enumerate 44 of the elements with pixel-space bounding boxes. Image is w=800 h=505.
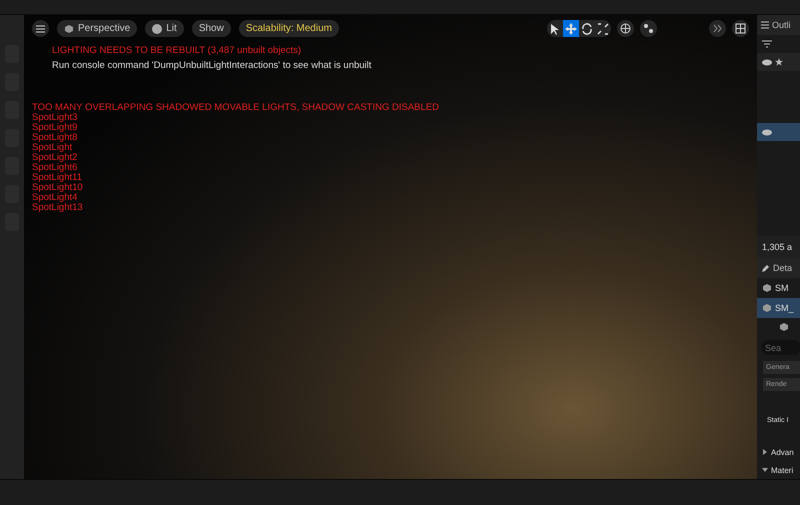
search-field[interactable]: Sea bbox=[761, 340, 800, 355]
light-name: SpotLight10 bbox=[32, 183, 84, 193]
snap-icon[interactable] bbox=[640, 20, 657, 37]
light-name: SpotLight6 bbox=[32, 163, 78, 173]
scalability-button[interactable]: Scalability: Medium bbox=[238, 20, 339, 37]
component-item[interactable]: SM bbox=[757, 278, 800, 298]
eye-icon[interactable] bbox=[762, 58, 772, 66]
light-name: SpotLight3 bbox=[32, 113, 78, 123]
star-icon[interactable] bbox=[775, 58, 783, 66]
rotate-tool[interactable] bbox=[579, 20, 595, 37]
light-name: SpotLight11 bbox=[32, 173, 84, 183]
caret-icon bbox=[762, 449, 768, 455]
list-icon bbox=[761, 21, 769, 29]
move-tool[interactable] bbox=[563, 20, 579, 37]
warning-text: TOO MANY OVERLAPPING SHADOWED MOVABLE LIGHTS, SHADOW CASTING DISABLED bbox=[32, 103, 440, 113]
scale-icon bbox=[596, 22, 610, 36]
menu-icon[interactable] bbox=[32, 20, 49, 37]
section-header[interactable]: Materi bbox=[757, 461, 800, 479]
move-icon bbox=[564, 22, 578, 36]
caret-icon bbox=[762, 467, 768, 473]
layout-icon[interactable] bbox=[732, 20, 749, 37]
chevron-icon[interactable] bbox=[709, 20, 726, 37]
sphere-icon bbox=[152, 24, 162, 34]
rotate-icon bbox=[580, 22, 594, 36]
component-item[interactable]: SM_ bbox=[757, 298, 800, 318]
outliner-header[interactable]: Outli bbox=[757, 15, 800, 35]
light-name: SpotLight2 bbox=[32, 153, 78, 163]
eye-icon bbox=[762, 128, 772, 136]
light-name: SpotLight13 bbox=[32, 203, 84, 213]
actor-count: 1,305 a bbox=[757, 236, 800, 258]
lit-button[interactable]: Lit bbox=[145, 20, 184, 37]
perspective-button[interactable]: Perspective bbox=[57, 20, 138, 37]
light-name: SpotLight9 bbox=[32, 123, 78, 133]
section-header[interactable]: Advan bbox=[757, 443, 800, 461]
show-button[interactable]: Show bbox=[192, 20, 231, 37]
console-hint: Run console command 'DumpUnbuiltLightInteractions' to see what is unbuilt bbox=[52, 60, 372, 71]
details-header[interactable]: Deta bbox=[757, 258, 800, 278]
globe-icon[interactable] bbox=[617, 20, 634, 37]
light-name: SpotLight bbox=[32, 143, 74, 153]
warning-text: LIGHTING NEEDS TO BE REBUILT (3,487 unbuilt objects) bbox=[52, 46, 302, 56]
light-name: SpotLight8 bbox=[32, 133, 78, 143]
light-name: SpotLight4 bbox=[32, 193, 78, 203]
pencil-icon bbox=[761, 264, 770, 272]
cube-icon bbox=[64, 24, 74, 34]
